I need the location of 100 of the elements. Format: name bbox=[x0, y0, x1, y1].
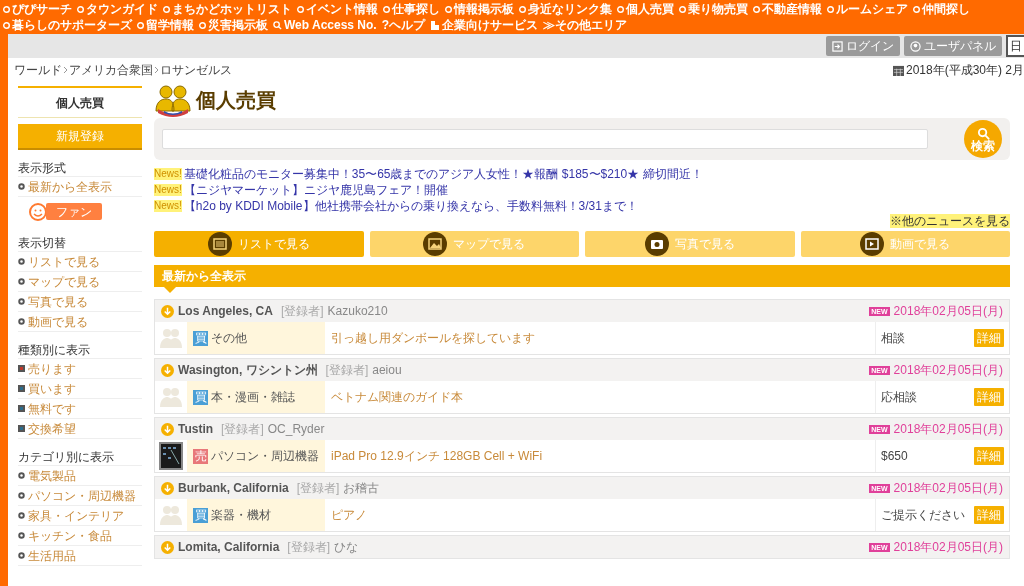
calendar-icon bbox=[892, 64, 904, 76]
sidebar-link[interactable]: マップで見る bbox=[18, 272, 142, 292]
nav-link[interactable]: 企業向けサービス bbox=[430, 17, 539, 33]
sidebar-heading: 種類別に表示 bbox=[18, 341, 142, 359]
nav-link[interactable]: タウンガイド bbox=[77, 1, 158, 17]
listing-title[interactable]: ベトナム関連のガイド本 bbox=[325, 381, 875, 413]
type-badge: 売 bbox=[193, 448, 208, 464]
people-icon bbox=[154, 83, 192, 117]
down-arrow-icon bbox=[161, 422, 174, 436]
listing-title[interactable]: 引っ越し用ダンボールを探しています bbox=[325, 322, 875, 354]
nav-link[interactable]: ?ヘルプ bbox=[381, 17, 426, 33]
news-link[interactable]: 基礎化粧品のモニター募集中！35〜65歳までのアジア人女性！★報酬 $185〜$210★ 締切間近！ bbox=[183, 165, 703, 183]
news-badge: News! bbox=[154, 200, 182, 212]
listing-date: 2018年02月05日(月) bbox=[893, 303, 1003, 320]
sidebar-link[interactable]: 買います bbox=[18, 379, 142, 399]
sidebar-link[interactable]: リストで見る bbox=[18, 252, 142, 272]
breadcrumb-link[interactable]: ロサンゼルス bbox=[160, 61, 232, 79]
listing-location: Los Angeles, CA bbox=[178, 303, 273, 320]
sidebar-link[interactable]: 写真で見る bbox=[18, 292, 142, 312]
bullet-icon bbox=[679, 5, 686, 13]
page-title: 個人売買 bbox=[196, 88, 276, 113]
search-icon bbox=[273, 20, 282, 30]
listing-title[interactable]: iPad Pro 12.9インチ 128GB Cell + WiFi bbox=[325, 440, 875, 472]
bullet-icon bbox=[18, 183, 25, 190]
nav-link[interactable]: 個人売買 bbox=[617, 1, 674, 17]
sidebar-link[interactable]: 無料です bbox=[18, 399, 142, 419]
detail-button[interactable]: 詳細 bbox=[974, 329, 1004, 347]
nav-link[interactable]: Web Access No. bbox=[273, 17, 377, 33]
nav-link[interactable]: 仕事探し bbox=[383, 1, 440, 17]
building-icon bbox=[430, 20, 441, 30]
more-news-link[interactable]: ※他のニュースを見る bbox=[890, 214, 1010, 228]
bullet-icon bbox=[199, 21, 206, 29]
down-arrow-icon bbox=[161, 481, 174, 495]
registrant-label: [登録者] bbox=[296, 480, 340, 497]
news-link[interactable]: 【h2o by KDDI Mobile】他社携帯会社からの乗り換えなら、手数料無料！3/31まで！ bbox=[183, 197, 638, 215]
bullet-icon bbox=[18, 512, 25, 519]
nav-link[interactable]: 仲間探し bbox=[913, 1, 970, 17]
bullet-icon bbox=[913, 5, 920, 13]
nav-link[interactable]: ルームシェア bbox=[827, 1, 908, 17]
sidebar-link[interactable]: 電気製品 bbox=[18, 466, 142, 486]
view-tab[interactable]: リストで見る bbox=[154, 231, 364, 257]
nav-link[interactable]: ≫その他エリア bbox=[543, 17, 628, 33]
detail-button[interactable]: 詳細 bbox=[974, 447, 1004, 465]
fan-button[interactable]: ファン bbox=[46, 202, 102, 220]
nav-link[interactable]: 暮らしのサポーターズ bbox=[3, 17, 132, 33]
breadcrumb-link[interactable]: アメリカ合衆国 bbox=[69, 61, 153, 79]
bullet-icon bbox=[18, 532, 25, 539]
language-button[interactable]: 日 bbox=[1006, 35, 1024, 57]
registrant-name: OC_Ryder bbox=[267, 421, 325, 438]
sidebar-link[interactable]: キッチン・食品 bbox=[18, 526, 142, 546]
search-button[interactable]: 検索 bbox=[964, 120, 1002, 158]
nav-link[interactable]: まちかどホットリスト bbox=[163, 1, 292, 17]
bullet-icon bbox=[617, 5, 624, 13]
bullet-icon bbox=[18, 318, 25, 325]
camera-icon bbox=[644, 232, 669, 256]
bullet-icon bbox=[137, 21, 144, 29]
sidebar-link[interactable]: 交換希望 bbox=[18, 419, 142, 439]
listing-location: Tustin bbox=[178, 421, 214, 438]
breadcrumb-link[interactable]: ワールド bbox=[14, 61, 62, 79]
nav-link[interactable]: 留学情報 bbox=[137, 17, 194, 33]
sidebar-link[interactable]: パソコン・周辺機器 bbox=[18, 486, 142, 506]
registrant-name: ひな bbox=[334, 539, 358, 556]
user-panel-button[interactable]: ユーザパネル bbox=[904, 36, 1002, 56]
chevron-icon bbox=[154, 66, 159, 74]
bullet-icon bbox=[18, 258, 25, 265]
detail-button[interactable]: 詳細 bbox=[974, 388, 1004, 406]
nav-link[interactable]: 不動産情報 bbox=[753, 1, 822, 17]
nav-link[interactable]: 乗り物売買 bbox=[679, 1, 748, 17]
login-button[interactable]: ログイン bbox=[826, 36, 900, 56]
people-icon bbox=[159, 386, 183, 408]
smiley-icon bbox=[28, 201, 48, 221]
register-button[interactable]: 新規登録 bbox=[18, 124, 142, 150]
sidebar-link[interactable]: 動画で見る bbox=[18, 312, 142, 332]
listing-date: 2018年02月05日(月) bbox=[893, 421, 1003, 438]
chevron-icon bbox=[63, 66, 68, 74]
listing-title[interactable]: ピアノ bbox=[325, 499, 875, 531]
bullet-icon bbox=[445, 5, 452, 13]
bullet-icon bbox=[18, 278, 25, 285]
registrant-name: Kazuko210 bbox=[327, 303, 388, 320]
registrant-label: [登録者] bbox=[280, 303, 324, 320]
sidebar-link[interactable]: 売ります bbox=[18, 359, 142, 379]
nav-link[interactable]: 災害掲示板 bbox=[199, 17, 268, 33]
nav-link[interactable]: イベント情報 bbox=[297, 1, 378, 17]
pointer-triangle bbox=[164, 287, 176, 293]
nav-link[interactable]: 情報掲示板 bbox=[445, 1, 514, 17]
search-field[interactable] bbox=[162, 129, 928, 149]
current-date: 2018年(平成30年) 2月 bbox=[905, 62, 1024, 79]
registrant-label: [登録者] bbox=[221, 421, 264, 438]
nav-link[interactable]: 身近なリンク集 bbox=[519, 1, 612, 17]
news-badge: News! bbox=[154, 168, 182, 180]
sidebar-link[interactable]: 最新から全表示 bbox=[18, 177, 142, 197]
category-text: パソコン・周辺機器 bbox=[211, 448, 319, 465]
bullet-icon bbox=[383, 5, 390, 13]
sidebar-heading: カテゴリ別に表示 bbox=[18, 448, 142, 466]
registrant-label: [登録者] bbox=[287, 539, 330, 556]
news-link[interactable]: 【ニジヤマーケット】ニジヤ鹿児島フェア！開催 bbox=[183, 181, 448, 199]
detail-button[interactable]: 詳細 bbox=[974, 506, 1004, 524]
sidebar-link[interactable]: 生活用品 bbox=[18, 546, 142, 566]
nav-link[interactable]: ぴぴサーチ bbox=[3, 1, 72, 17]
sidebar-link[interactable]: 家具・インテリア bbox=[18, 506, 142, 526]
